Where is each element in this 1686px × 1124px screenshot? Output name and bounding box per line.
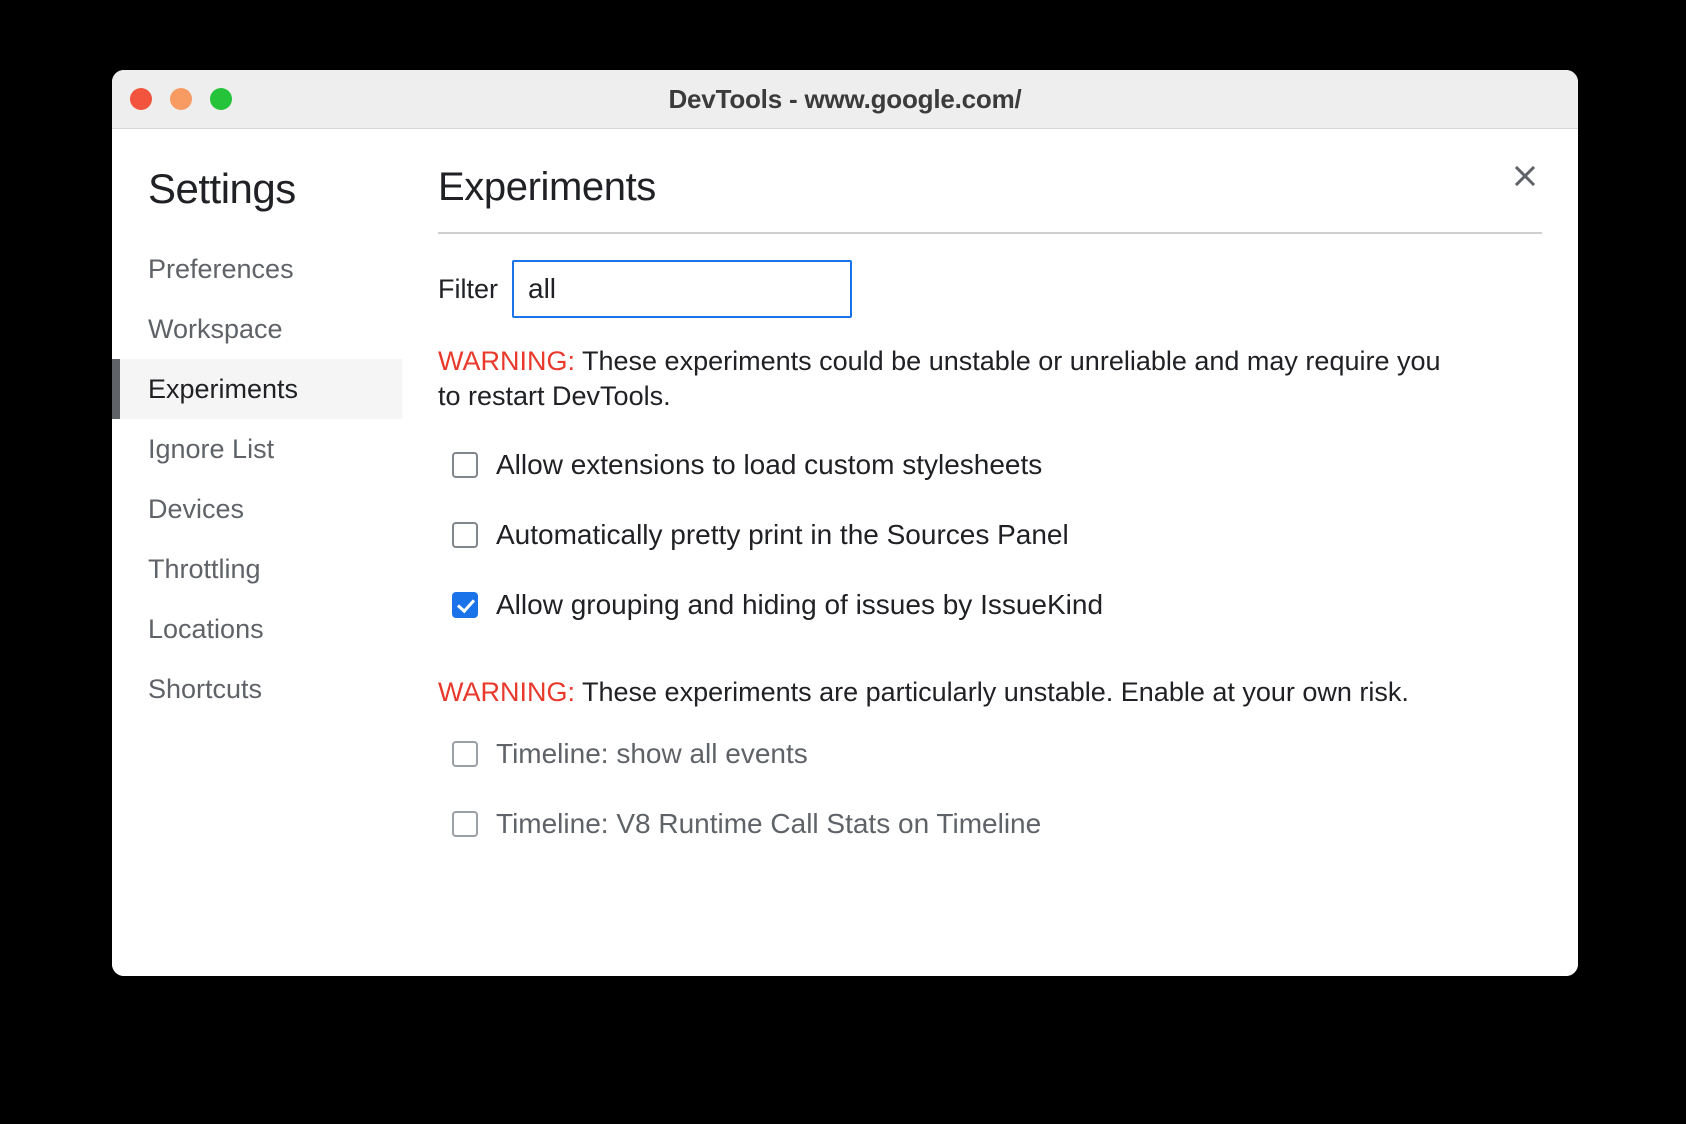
- sidebar-item-label: Throttling: [148, 553, 261, 584]
- filter-input[interactable]: [512, 260, 852, 318]
- sidebar-item-ignore-list[interactable]: Ignore List: [112, 419, 402, 479]
- experiment-row[interactable]: Allow grouping and hiding of issues by I…: [438, 579, 1542, 631]
- warning-message-secondary: WARNING: These experiments are particula…: [438, 675, 1538, 710]
- warning-text: These experiments are particularly unsta…: [575, 677, 1409, 708]
- experiment-row[interactable]: Timeline: V8 Runtime Call Stats on Timel…: [438, 798, 1542, 850]
- checkbox-unchecked-icon[interactable]: [452, 810, 478, 837]
- warning-keyword: WARNING:: [438, 346, 575, 376]
- window-maximize-button[interactable]: [210, 88, 232, 110]
- experiment-label: Timeline: show all events: [496, 737, 808, 769]
- experiment-row[interactable]: Automatically pretty print in the Source…: [438, 509, 1542, 561]
- warning-message-primary: WARNING: These experiments could be unst…: [438, 344, 1468, 413]
- sidebar-item-preferences[interactable]: Preferences: [112, 239, 402, 299]
- panel-title: Experiments: [438, 165, 656, 209]
- settings-heading: Settings: [148, 165, 296, 212]
- sidebar-item-shortcuts[interactable]: Shortcuts: [112, 659, 402, 719]
- checkbox-unchecked-icon[interactable]: [452, 522, 478, 549]
- sidebar-item-label: Experiments: [148, 373, 299, 404]
- window-minimize-button[interactable]: [170, 88, 192, 110]
- sidebar-item-label: Preferences: [148, 253, 294, 284]
- checkbox-unchecked-icon[interactable]: [452, 452, 478, 479]
- settings-sidebar: Settings Preferences Workspace Experimen…: [112, 129, 402, 976]
- checkbox-unchecked-icon[interactable]: [452, 740, 478, 767]
- experiments-list-stable: Allow extensions to load custom styleshe…: [438, 439, 1542, 631]
- experiment-row[interactable]: Allow extensions to load custom styleshe…: [438, 439, 1542, 491]
- sidebar-item-locations[interactable]: Locations: [112, 599, 402, 659]
- sidebar-item-label: Devices: [148, 493, 245, 524]
- experiment-label: Allow grouping and hiding of issues by I…: [496, 589, 1104, 621]
- sidebar-item-label: Ignore List: [148, 433, 275, 464]
- experiment-label: Allow extensions to load custom styleshe…: [496, 449, 1043, 481]
- traffic-light-buttons: [130, 88, 232, 110]
- warning-text: These experiments could be unstable or u…: [438, 346, 1441, 411]
- sidebar-item-label: Workspace: [148, 313, 283, 344]
- window-close-button[interactable]: [130, 88, 152, 110]
- close-icon: [1514, 165, 1536, 187]
- devtools-window: DevTools - www.google.com/ Settings Pref…: [112, 70, 1578, 976]
- experiments-list-unstable: Timeline: show all events Timeline: V8 R…: [438, 728, 1542, 850]
- settings-dialog: Settings Preferences Workspace Experimen…: [112, 129, 1578, 976]
- sidebar-item-label: Shortcuts: [148, 673, 263, 704]
- sidebar-item-workspace[interactable]: Workspace: [112, 299, 402, 359]
- sidebar-item-label: Locations: [148, 613, 264, 644]
- experiment-label: Automatically pretty print in the Source…: [496, 519, 1069, 551]
- close-settings-button[interactable]: [1508, 159, 1542, 193]
- window-title: DevTools - www.google.com/: [668, 83, 1022, 114]
- experiment-row[interactable]: Timeline: show all events: [438, 728, 1542, 780]
- window-titlebar: DevTools - www.google.com/: [112, 70, 1578, 129]
- filter-row: Filter: [438, 260, 1542, 318]
- sidebar-item-throttling[interactable]: Throttling: [112, 539, 402, 599]
- sidebar-item-devices[interactable]: Devices: [112, 479, 402, 539]
- sidebar-item-experiments[interactable]: Experiments: [112, 359, 402, 419]
- warning-keyword: WARNING:: [438, 677, 575, 708]
- experiments-panel: Experiments Filter WARNING: These experi…: [402, 129, 1578, 976]
- filter-label: Filter: [438, 273, 498, 304]
- screen: DevTools - www.google.com/ Settings Pref…: [0, 0, 1686, 1124]
- experiment-label: Timeline: V8 Runtime Call Stats on Timel…: [496, 807, 1042, 839]
- checkbox-checked-icon[interactable]: [452, 592, 478, 619]
- panel-divider: [438, 232, 1542, 234]
